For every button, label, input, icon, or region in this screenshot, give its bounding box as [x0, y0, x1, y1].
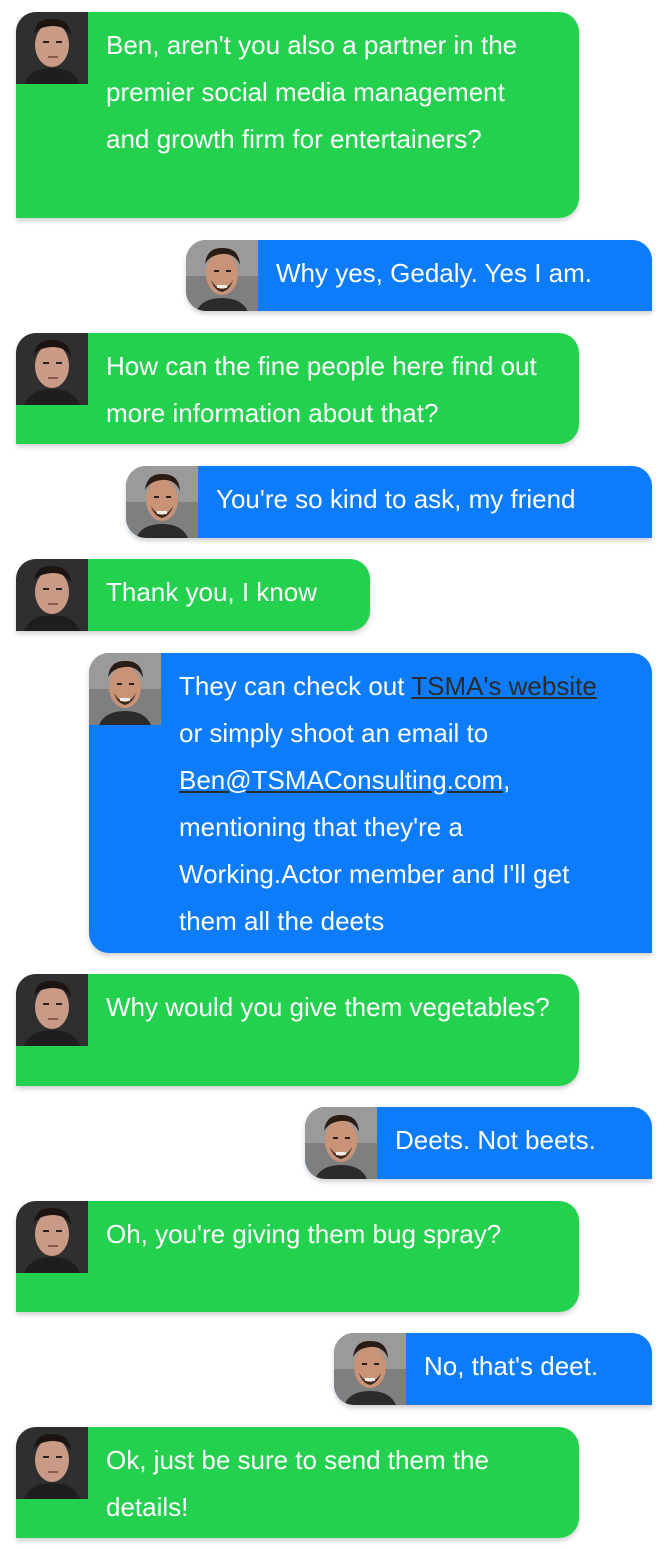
message-bubble-left: Ok, just be sure to send them the detail… — [16, 1427, 579, 1538]
ben-avatar-icon — [334, 1333, 406, 1405]
message-text: You're so kind to ask, my friend — [216, 484, 576, 514]
gedaly-avatar — [16, 333, 88, 405]
gedaly-avatar — [16, 1201, 88, 1273]
message-text: How can the fine people here find out mo… — [106, 351, 537, 428]
gedaly-avatar-icon — [16, 1201, 88, 1273]
message-bubble-right: You're so kind to ask, my friend — [126, 466, 652, 538]
message-text-part: or simply shoot an email to — [179, 718, 489, 748]
message-text: Thank you, I know — [106, 577, 317, 607]
message-bubble-left: Ben, aren't you also a partner in the pr… — [16, 12, 579, 218]
gedaly-avatar-icon — [16, 974, 88, 1046]
message-text: Deets. Not beets. — [395, 1125, 596, 1155]
ben-avatar-icon — [89, 653, 161, 725]
gedaly-avatar-icon — [16, 1427, 88, 1499]
gedaly-avatar — [16, 1427, 88, 1499]
gedaly-avatar-icon — [16, 333, 88, 405]
message-text: Why would you give them vegetables? — [106, 992, 550, 1022]
message-bubble-right: Why yes, Gedaly. Yes I am. — [186, 240, 652, 311]
gedaly-avatar — [16, 559, 88, 631]
message-bubble-left: Why would you give them vegetables? — [16, 974, 579, 1086]
ben-avatar — [305, 1107, 377, 1179]
chat-thread: Ben, aren't you also a partner in the pr… — [0, 0, 668, 1548]
message-text: Ben, aren't you also a partner in the pr… — [106, 30, 518, 154]
message-text: Ok, just be sure to send them the detail… — [106, 1445, 489, 1522]
message-bubble-right: Deets. Not beets. — [305, 1107, 652, 1179]
email-link[interactable]: Ben@TSMAConsulting.com — [179, 765, 503, 795]
gedaly-avatar-icon — [16, 559, 88, 631]
message-text: Oh, you're giving them bug spray? — [106, 1219, 502, 1249]
ben-avatar — [126, 466, 198, 538]
message-bubble-left: Oh, you're giving them bug spray? — [16, 1201, 579, 1312]
message-text-part: They can check out — [179, 671, 412, 701]
message-bubble-left: How can the fine people here find out mo… — [16, 333, 579, 444]
message-text: They can check out TSMA's website or sim… — [161, 653, 652, 953]
tsma-website-link[interactable]: TSMA's website — [411, 671, 597, 701]
message-bubble-right: No, that's deet. — [334, 1333, 652, 1405]
ben-avatar — [186, 240, 258, 311]
gedaly-avatar-icon — [16, 12, 88, 84]
ben-avatar-icon — [305, 1107, 377, 1179]
message-bubble-right: They can check out TSMA's website or sim… — [89, 653, 652, 953]
message-text: No, that's deet. — [424, 1351, 599, 1381]
ben-avatar — [334, 1333, 406, 1405]
gedaly-avatar — [16, 974, 88, 1046]
gedaly-avatar — [16, 12, 88, 84]
ben-avatar-icon — [126, 466, 198, 538]
ben-avatar — [89, 653, 161, 725]
message-text: Why yes, Gedaly. Yes I am. — [276, 258, 592, 288]
message-bubble-left: Thank you, I know — [16, 559, 370, 631]
ben-avatar-icon — [186, 240, 258, 311]
